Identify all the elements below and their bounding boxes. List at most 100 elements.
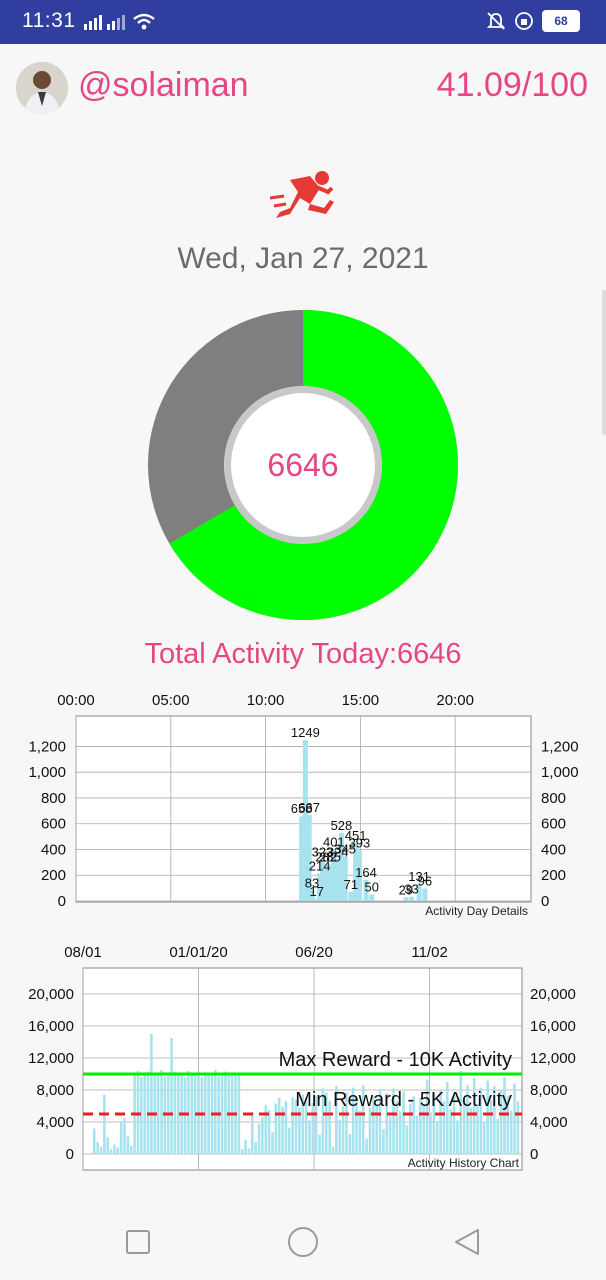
bar-label: 17 [310, 884, 324, 899]
y-tick-left: 20,000 [28, 986, 74, 1003]
date-label: Wed, Jan 27, 2021 [177, 242, 429, 275]
y-tick-right: 8,000 [530, 1082, 568, 1099]
bar [409, 1103, 412, 1154]
bar [173, 1071, 177, 1154]
back-button[interactable] [448, 1222, 488, 1262]
y-tick-right: 600 [541, 816, 566, 833]
bar [254, 1142, 257, 1154]
bar [251, 1112, 254, 1154]
y-tick-left: 0 [58, 893, 66, 910]
bar [183, 1077, 187, 1154]
wifi-icon [133, 13, 155, 30]
reward-line-label: Min Reward - 5K Activity [295, 1089, 512, 1111]
bar [93, 1128, 96, 1154]
bar [96, 1142, 99, 1154]
chart1-title: Activity Day Details [425, 904, 528, 918]
bar-label: 164 [355, 865, 377, 880]
y-tick-left: 800 [41, 790, 66, 807]
bar [476, 1104, 479, 1154]
bar [291, 1097, 294, 1154]
y-tick-left: 600 [41, 816, 66, 833]
x-tick: 01/01/20 [169, 944, 227, 961]
bar [308, 1120, 311, 1154]
bar [369, 894, 375, 901]
y-tick-left: 8,000 [36, 1082, 74, 1099]
bar [220, 1074, 224, 1154]
bar [267, 1110, 271, 1154]
y-tick-right: 20,000 [530, 986, 576, 1003]
bar-label: 96 [418, 874, 432, 889]
bar [365, 1138, 368, 1154]
recents-button[interactable] [118, 1222, 158, 1262]
y-tick-right: 800 [541, 790, 566, 807]
bar [109, 1149, 113, 1154]
bar [405, 1125, 409, 1154]
username: @solaiman [78, 66, 249, 104]
y-tick-left: 1,200 [28, 738, 66, 755]
y-tick-left: 4,000 [36, 1114, 74, 1131]
bar [207, 1075, 210, 1154]
data-saver-icon [515, 12, 533, 30]
bar [348, 891, 354, 901]
scrollbar[interactable] [602, 290, 606, 435]
y-tick-right: 16,000 [530, 1018, 576, 1035]
bar [284, 1101, 288, 1154]
bar [136, 1070, 140, 1154]
bar [143, 1073, 146, 1154]
bar [513, 1083, 516, 1154]
x-tick: 00:00 [57, 692, 95, 709]
y-tick-right: 200 [541, 867, 566, 884]
bar [368, 1107, 372, 1154]
x-tick: 10:00 [247, 692, 285, 709]
y-tick-right: 12,000 [530, 1050, 576, 1067]
bar [116, 1147, 120, 1154]
bar [483, 1122, 486, 1154]
bar-label: 50 [365, 880, 379, 895]
bar [106, 1137, 110, 1154]
bar [187, 1070, 190, 1154]
bar [435, 1121, 439, 1154]
bar [170, 1038, 173, 1154]
mute-bell-icon [486, 12, 506, 30]
bar [318, 1134, 321, 1154]
y-tick-right: 4,000 [530, 1114, 568, 1131]
bar [449, 1109, 452, 1154]
bar [271, 1132, 274, 1154]
bar [160, 1070, 163, 1154]
total-activity-label: Total Activity Today:6646 [144, 638, 462, 670]
avatar[interactable] [16, 62, 68, 114]
bar [123, 1118, 126, 1154]
y-tick-right: 400 [541, 841, 566, 858]
donut-center-value: 6646 [267, 447, 339, 483]
home-button[interactable] [283, 1222, 323, 1262]
x-tick: 20:00 [436, 692, 474, 709]
bar [99, 1146, 103, 1154]
bar [113, 1144, 116, 1154]
status-time: 11:31 [22, 9, 76, 32]
bar [103, 1094, 106, 1154]
y-tick-left: 400 [41, 841, 66, 858]
x-tick: 15:00 [342, 692, 380, 709]
bar [200, 1077, 204, 1154]
y-tick-left: 16,000 [28, 1018, 74, 1035]
bar [338, 1119, 342, 1154]
bar [496, 1118, 500, 1154]
bar [348, 1134, 352, 1154]
bar [388, 1116, 392, 1154]
chart2-title: Activity History Chart [408, 1156, 520, 1170]
bar [403, 897, 409, 901]
x-tick: 05:00 [152, 692, 190, 709]
activity-history-chart: Max Reward - 10K Activity Min Reward - 5K… [28, 944, 576, 1171]
bar [150, 1034, 153, 1154]
bar [240, 1149, 244, 1154]
bar [156, 1074, 160, 1154]
y-tick-right: 0 [541, 893, 549, 910]
activity-day-chart: 6581249667831721432328228540132452834571… [28, 692, 578, 918]
bar [224, 1071, 227, 1154]
bar-label: 393 [349, 835, 371, 850]
reward-line-label: Max Reward - 10K Activity [279, 1049, 512, 1071]
bar-label: 1249 [291, 725, 320, 740]
bar [140, 1077, 143, 1154]
bar [214, 1070, 217, 1154]
y-tick-left: 1,000 [28, 764, 66, 781]
